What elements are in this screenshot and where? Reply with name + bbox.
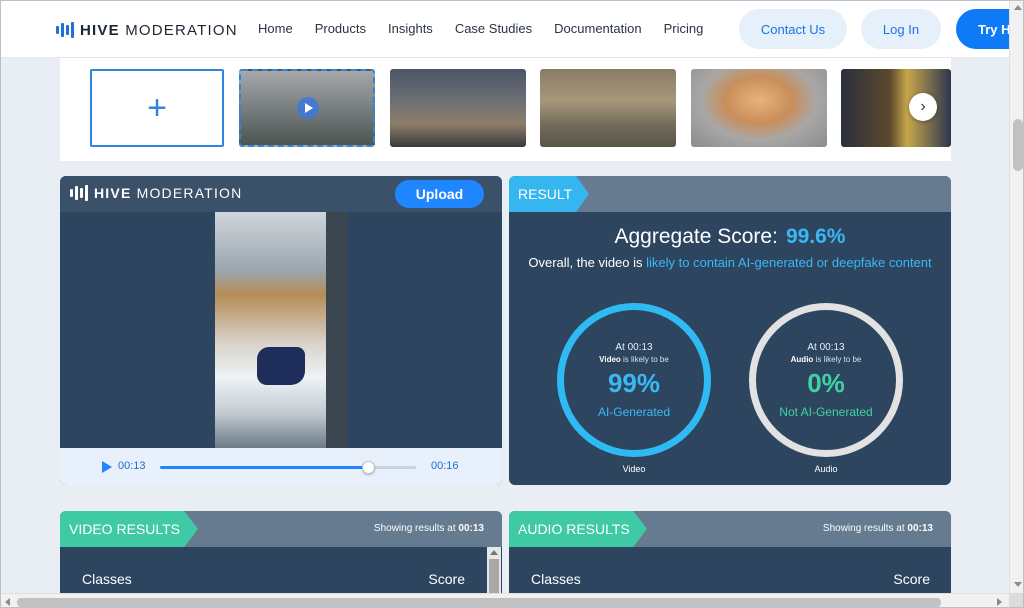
video-col-classes: Classes bbox=[82, 571, 132, 587]
player-hive-logo: HIVE MODERATION bbox=[70, 185, 242, 201]
nav-products[interactable]: Products bbox=[315, 21, 366, 36]
summary-highlight: likely to contain AI-generated or deepfa… bbox=[646, 255, 932, 270]
logo-text: HIVE MODERATION bbox=[80, 22, 238, 39]
video-ring-caption: Video bbox=[622, 464, 646, 474]
audio-ring-percent: 0% bbox=[807, 367, 845, 398]
nav-insights[interactable]: Insights bbox=[388, 21, 433, 36]
hive-logo-icon bbox=[70, 185, 88, 201]
chevron-right-icon[interactable]: › bbox=[909, 93, 937, 121]
audio-ring-content: At 00:13 Audio is likely to be 0% Not AI… bbox=[756, 310, 896, 450]
scroll-up-icon[interactable] bbox=[1014, 5, 1022, 10]
scroll-down-icon[interactable] bbox=[1014, 582, 1022, 587]
aggregate-label: Aggregate Score: bbox=[614, 225, 778, 248]
audio-ring-label: Not AI-Generated bbox=[779, 404, 873, 419]
video-ring-label: AI-Generated bbox=[597, 404, 671, 419]
thumbnail-cat-hoodie[interactable] bbox=[691, 69, 827, 147]
nav-case-studies[interactable]: Case Studies bbox=[455, 21, 532, 36]
video-results-panel: VIDEO RESULTS Showing results at 00:13 C… bbox=[60, 511, 502, 593]
page-vertical-scrollbar[interactable] bbox=[1009, 1, 1023, 593]
video-scooter-shape bbox=[257, 347, 305, 385]
page-horizontal-scrollbar[interactable] bbox=[1, 593, 1009, 607]
video-results-scrollbar[interactable] bbox=[487, 547, 501, 593]
scroll-up-icon[interactable] bbox=[490, 550, 498, 555]
video-results-showing: Showing results at 00:13 bbox=[374, 523, 484, 534]
video-ring-likely-text: is likely to be bbox=[623, 354, 669, 364]
duration: 00:16 bbox=[431, 460, 459, 472]
thumbnail-painter-elephants[interactable] bbox=[540, 69, 676, 147]
thumbnail-flood-video[interactable] bbox=[239, 69, 375, 147]
scroll-thumb[interactable] bbox=[17, 598, 941, 607]
video-ring-time: At 00:13 bbox=[615, 341, 653, 353]
audio-ring-time: At 00:13 bbox=[807, 341, 845, 353]
nav-home[interactable]: Home bbox=[258, 21, 293, 36]
video-ring-content: At 00:13 Video is likely to be 99% AI-Ge… bbox=[564, 310, 704, 450]
hive-logo[interactable]: HIVE MODERATION bbox=[56, 20, 238, 40]
audio-ring-caption: Audio bbox=[814, 464, 838, 474]
audio-col-score: Score bbox=[893, 571, 930, 587]
video-wall-shape bbox=[326, 212, 348, 448]
upload-button[interactable]: Upload bbox=[395, 180, 484, 208]
browser-viewport: HIVE MODERATION Home Products Insights C… bbox=[0, 0, 1024, 608]
audio-showing-prefix: Showing results at bbox=[822, 523, 905, 534]
scroll-right-icon[interactable] bbox=[997, 598, 1002, 606]
video-score-ring: At 00:13 Video is likely to be 99% AI-Ge… bbox=[557, 303, 711, 457]
scroll-thumb[interactable] bbox=[1013, 119, 1023, 171]
video-showing-prefix: Showing results at bbox=[373, 523, 456, 534]
video-controls: 00:13 00:16 bbox=[60, 448, 502, 485]
result-tag: RESULT bbox=[509, 176, 589, 212]
video-results-tag: VIDEO RESULTS bbox=[60, 511, 198, 547]
video-frame[interactable] bbox=[215, 212, 348, 448]
video-ring-likely: Video is likely to be bbox=[599, 355, 669, 364]
main-nav: Home Products Insights Case Studies Docu… bbox=[258, 21, 703, 36]
logo-light: MODERATION bbox=[125, 21, 238, 39]
video-ring-percent: 99% bbox=[607, 367, 661, 398]
audio-results-tag: AUDIO RESULTS bbox=[509, 511, 647, 547]
audio-col-classes: Classes bbox=[531, 571, 581, 587]
audio-ring-likely: Audio is likely to be bbox=[791, 355, 862, 364]
audio-showing-time: 00:13 bbox=[907, 523, 933, 534]
video-ring-subject: Video bbox=[599, 354, 621, 364]
log-in-button[interactable]: Log In bbox=[861, 9, 941, 49]
audio-score-ring: At 00:13 Audio is likely to be 0% Not AI… bbox=[749, 303, 903, 457]
nav-documentation[interactable]: Documentation bbox=[554, 21, 641, 36]
scroll-left-icon[interactable] bbox=[5, 598, 10, 606]
result-summary: Overall, the video is likely to contain … bbox=[523, 253, 937, 272]
summary-prefix: Overall, the video is bbox=[528, 255, 643, 270]
seek-handle[interactable] bbox=[362, 461, 375, 474]
current-time: 00:13 bbox=[118, 460, 146, 472]
video-col-score: Score bbox=[428, 571, 465, 587]
video-showing-time: 00:13 bbox=[458, 523, 484, 534]
aggregate-score: Aggregate Score: 99.6% bbox=[509, 225, 951, 249]
audio-results-showing: Showing results at 00:13 bbox=[823, 523, 933, 534]
contact-us-button[interactable]: Contact Us bbox=[739, 9, 847, 49]
nav-pricing[interactable]: Pricing bbox=[664, 21, 704, 36]
sample-media-strip: + › bbox=[60, 58, 951, 161]
audio-ring-likely-text: is likely to be bbox=[815, 354, 862, 364]
player-logo-bold: HIVE bbox=[94, 185, 132, 201]
site-header: HIVE MODERATION Home Products Insights C… bbox=[1, 1, 1023, 58]
audio-ring-subject: Audio bbox=[790, 354, 814, 364]
video-player-panel: HIVE MODERATION Upload 00:13 00:16 bbox=[60, 176, 502, 485]
hive-logo-icon bbox=[56, 22, 74, 38]
thumbnail-ufo-sky[interactable] bbox=[390, 69, 526, 147]
scrollbar-corner bbox=[1009, 593, 1023, 607]
player-header: HIVE MODERATION Upload bbox=[60, 176, 502, 212]
scroll-thumb[interactable] bbox=[489, 559, 499, 593]
add-media-button[interactable]: + bbox=[90, 69, 224, 147]
seek-bar[interactable] bbox=[160, 461, 416, 474]
play-icon[interactable] bbox=[102, 461, 112, 473]
player-logo-text: HIVE MODERATION bbox=[94, 185, 242, 201]
result-panel: RESULT Aggregate Score: 99.6% Overall, th… bbox=[509, 176, 951, 485]
seek-bar-progress bbox=[160, 466, 368, 469]
audio-results-panel: AUDIO RESULTS Showing results at 00:13 C… bbox=[509, 511, 951, 593]
aggregate-value: 99.6% bbox=[785, 225, 846, 248]
player-logo-light: MODERATION bbox=[136, 185, 243, 201]
logo-bold: HIVE bbox=[80, 21, 120, 39]
play-icon bbox=[297, 97, 319, 119]
